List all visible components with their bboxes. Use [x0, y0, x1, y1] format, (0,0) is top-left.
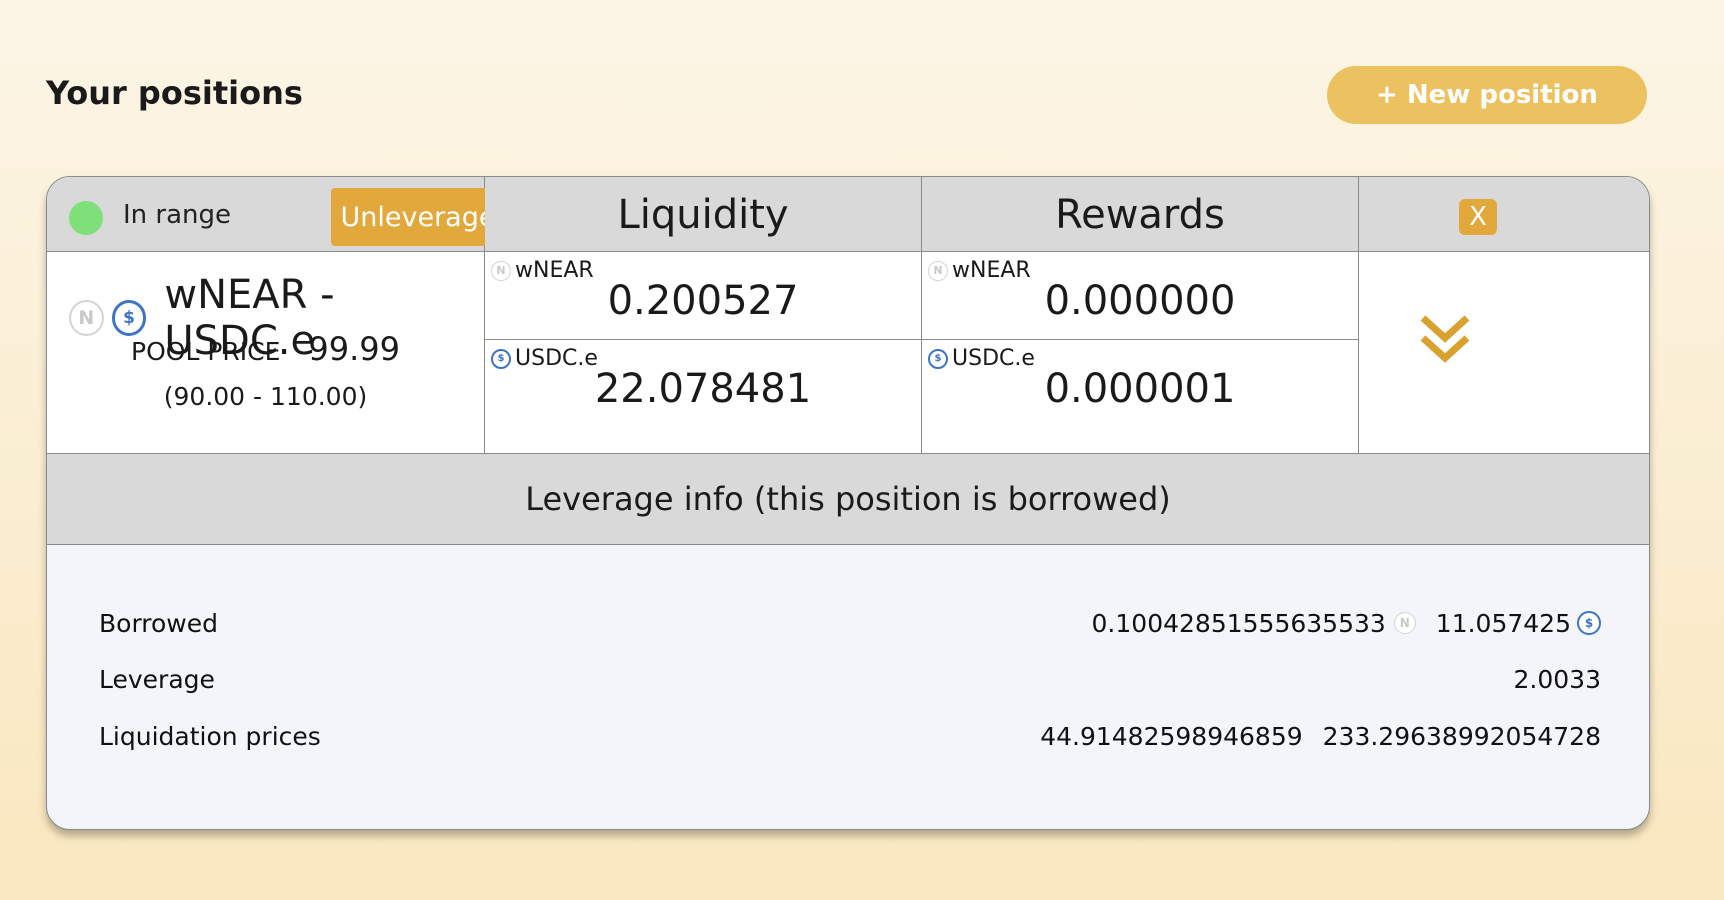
borrowed-values: 0.10042851555635533 N 11.057425 $ [1092, 609, 1601, 638]
new-position-button[interactable]: + New position [1327, 66, 1647, 124]
rewards-header: Rewards [922, 177, 1359, 252]
liquidity-header: Liquidity [485, 177, 922, 252]
pool-price: POOL PRICE 99.99 [47, 330, 484, 368]
unleverage-button[interactable]: Unleverage [331, 188, 505, 246]
liquidation-low: 44.91482598946859 [1040, 721, 1303, 751]
rewards-wnear-amount: 0.000000 [1044, 278, 1236, 324]
position-grid: In range Unleverage Liquidity Rewards X … [47, 177, 1649, 453]
liquidation-high: 233.29638992054728 [1322, 721, 1601, 751]
liquidation-label: Liquidation prices [99, 721, 321, 751]
status-header: In range Unleverage [47, 177, 505, 252]
liquidity-title: Liquidity [617, 191, 789, 238]
expand-cell [1359, 252, 1649, 453]
rewards-wnear: N wNEAR 0.000000 [922, 252, 1359, 340]
liquidation-values: 44.91482598946859 233.29638992054728 [1040, 722, 1601, 751]
borrowed-row: Borrowed 0.10042851555635533 N 11.057425… [99, 603, 1601, 643]
liquidity-wnear: N wNEAR 0.200527 [485, 252, 922, 340]
pool-price-value: 99.99 [308, 330, 400, 368]
double-chevron-down-icon[interactable] [1415, 312, 1475, 376]
rewards-usdc-amount: 0.000001 [1044, 366, 1236, 412]
close-header: X [1359, 177, 1649, 252]
leverage-info-header: Leverage info (this position is borrowed… [47, 453, 1649, 545]
leverage-label: Leverage [99, 664, 215, 694]
liquidity-usdc-amount: 22.078481 [594, 366, 812, 412]
usdc-icon: $ [1577, 611, 1601, 635]
liquidation-row: Liquidation prices 44.91482598946859 233… [99, 716, 1601, 756]
pool-price-label: POOL PRICE [131, 337, 281, 366]
leverage-row: Leverage 2.0033 [99, 659, 1601, 699]
borrowed-usdc: 11.057425 [1435, 608, 1571, 638]
pair-info: N $ wNEAR - USDC.e POOL PRICE 99.99 (90.… [47, 252, 485, 453]
liquidity-wnear-amount: 0.200527 [607, 278, 799, 324]
status-text: In range [123, 200, 232, 230]
page-title: Your positions [46, 74, 303, 112]
status-indicator [69, 201, 103, 235]
near-icon: N [1393, 612, 1416, 634]
liquidity-usdc: $ USDC.e 22.078481 [485, 340, 922, 453]
rewards-usdc: $ USDC.e 0.000001 [922, 340, 1359, 453]
price-range: (90.00 - 110.00) [163, 382, 368, 411]
position-card: In range Unleverage Liquidity Rewards X … [46, 176, 1650, 830]
leverage-value: 2.0033 [1513, 664, 1601, 694]
borrowed-label: Borrowed [99, 608, 219, 638]
close-button[interactable]: X [1459, 199, 1497, 235]
rewards-title: Rewards [1055, 191, 1225, 238]
borrowed-wnear: 0.10042851555635533 [1091, 608, 1386, 638]
